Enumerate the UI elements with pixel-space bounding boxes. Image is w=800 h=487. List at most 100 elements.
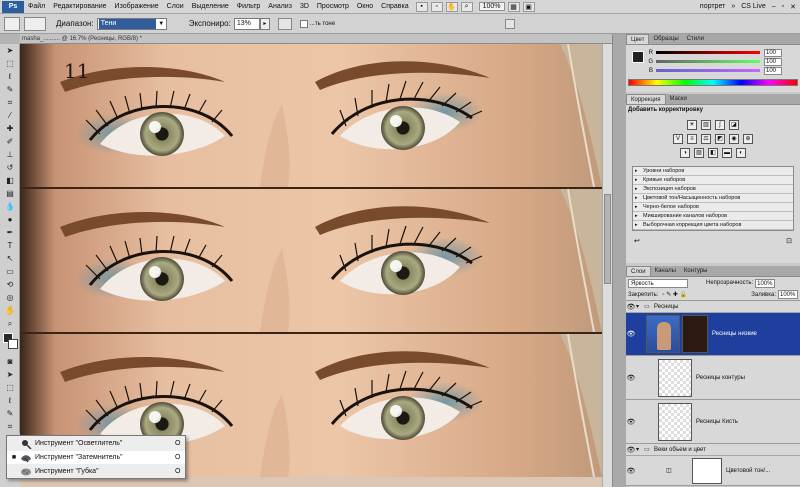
- slider-b[interactable]: B 100: [626, 66, 800, 75]
- tab-styles[interactable]: Стили: [683, 34, 708, 44]
- protect-tones-checkbox[interactable]: [299, 19, 308, 28]
- layer-group-top[interactable]: 👁 ▾ ▭ Ресницы: [626, 301, 800, 313]
- move-tool-icon[interactable]: ➤: [3, 45, 17, 57]
- gradient-map-icon[interactable]: ▬: [722, 148, 732, 158]
- document-tab[interactable]: masha_.......... @ 16.7% (Ресницы, RGB/8…: [20, 34, 612, 44]
- levels-icon[interactable]: ▥: [701, 120, 711, 130]
- layer-group-bottom[interactable]: 👁 ▾ ▭ Веки объем и цвет: [626, 444, 800, 456]
- crop-tool-icon-2[interactable]: ⌗: [3, 421, 17, 433]
- exposure-input[interactable]: 13%: [233, 17, 260, 30]
- dodge-tool-icon[interactable]: ●: [3, 214, 17, 226]
- shape-tool-icon[interactable]: ▭: [3, 266, 17, 278]
- history-brush-tool-icon[interactable]: ↺: [3, 162, 17, 174]
- type-tool-icon[interactable]: T: [3, 240, 17, 252]
- hand-icon[interactable]: ✋: [445, 1, 458, 12]
- screen-mode-icon[interactable]: ▣: [522, 1, 535, 12]
- layer-brush[interactable]: 👁 Ресницы Кисть: [626, 400, 800, 444]
- quick-mask-icon[interactable]: ◙: [3, 356, 17, 368]
- eye-icon[interactable]: 👁: [626, 446, 636, 454]
- range-select[interactable]: Тени ▼: [96, 17, 167, 30]
- eye-icon[interactable]: 👁: [626, 418, 636, 426]
- quick-select-tool-icon-2[interactable]: ✎: [3, 408, 17, 420]
- exposure-icon[interactable]: ◪: [729, 120, 739, 130]
- black-white-icon[interactable]: ◩: [715, 134, 725, 144]
- lasso-tool-icon-2[interactable]: ℓ: [3, 395, 17, 407]
- menu-analysis[interactable]: Анализ: [264, 1, 296, 13]
- slider-r-value[interactable]: 100: [764, 48, 782, 57]
- hue-saturation-icon[interactable]: ≡: [687, 134, 697, 144]
- flyout-item-burn[interactable]: ■ Инструмент "Затемнитель" O: [7, 451, 185, 464]
- tab-adjustments[interactable]: Коррекция: [626, 94, 666, 104]
- tab-swatches[interactable]: Образцы: [649, 34, 682, 44]
- tab-channels[interactable]: Каналы: [651, 266, 680, 276]
- zoom-level[interactable]: 100%: [478, 2, 505, 11]
- workspace-switcher[interactable]: портрет: [700, 3, 725, 10]
- slider-g[interactable]: G 100: [626, 57, 800, 66]
- preset-levels[interactable]: ▸ Уровни наборов: [633, 167, 793, 176]
- color-swatches[interactable]: [2, 332, 18, 354]
- marquee-tool-icon[interactable]: ⬚: [3, 58, 17, 70]
- return-icon[interactable]: ↩: [634, 237, 640, 245]
- menu-file[interactable]: Файл: [24, 1, 49, 13]
- selective-color-icon[interactable]: ◐: [736, 148, 746, 158]
- tab-masks[interactable]: Маски: [666, 94, 691, 104]
- eyedropper-tool-icon[interactable]: ⁄: [3, 110, 17, 122]
- opacity-input[interactable]: 100%: [755, 278, 776, 288]
- background-color-swatch[interactable]: [8, 339, 18, 349]
- scrollbar-thumb[interactable]: [604, 194, 611, 284]
- flyout-item-dodge[interactable]: Инструмент "Осветлитель" O: [7, 437, 185, 450]
- eraser-tool-icon[interactable]: ◧: [3, 175, 17, 187]
- menu-select[interactable]: Выделение: [188, 1, 233, 13]
- exposure-slider-toggle[interactable]: ▸: [259, 17, 270, 30]
- menu-window[interactable]: Окно: [353, 1, 377, 13]
- brightness-icon[interactable]: ☀: [687, 120, 697, 130]
- document-canvas[interactable]: 11: [20, 44, 602, 487]
- menu-help[interactable]: Справка: [377, 1, 412, 13]
- eye-icon[interactable]: 👁: [626, 330, 636, 338]
- eye-icon[interactable]: 👁: [626, 303, 636, 311]
- preset-black-white[interactable]: ▸ Черно-белое наборов: [633, 203, 793, 212]
- bridge-icon[interactable]: ▪: [415, 1, 428, 12]
- workspace-arrow-icon[interactable]: »: [731, 3, 735, 10]
- menu-filter[interactable]: Фильтр: [233, 1, 265, 13]
- quick-select-tool-icon[interactable]: ✎: [3, 84, 17, 96]
- slider-r-track[interactable]: [656, 51, 760, 54]
- blur-tool-icon[interactable]: 💧: [3, 201, 17, 213]
- color-spectrum-bar[interactable]: [628, 79, 798, 86]
- arrange-documents-icon[interactable]: ▦: [507, 1, 520, 12]
- blend-mode-select[interactable]: Яркость: [628, 278, 688, 288]
- expand-arrow-icon[interactable]: ▾: [636, 446, 644, 453]
- vertical-scrollbar[interactable]: [602, 44, 612, 487]
- tool-preset-icon[interactable]: [4, 16, 20, 31]
- invert-icon[interactable]: ◑: [680, 148, 690, 158]
- preset-selective-color[interactable]: ▸ Выборочная коррекция цвета наборов: [633, 221, 793, 230]
- fg-bg-color-icon[interactable]: [632, 51, 644, 63]
- menu-view[interactable]: Просмотр: [313, 1, 353, 13]
- color-balance-icon[interactable]: ⚖: [701, 134, 711, 144]
- 3d-rotate-tool-icon[interactable]: ⟲: [3, 279, 17, 291]
- airbrush-icon[interactable]: [277, 17, 292, 30]
- brush-preset-icon[interactable]: [24, 16, 46, 31]
- expand-arrow-icon[interactable]: ▾: [636, 303, 644, 310]
- tablet-pressure-icon[interactable]: [505, 18, 516, 29]
- clip-icon[interactable]: ⊡: [786, 237, 792, 245]
- move-tool-icon-2[interactable]: ➤: [3, 369, 17, 381]
- tab-layers[interactable]: Слои: [626, 266, 651, 276]
- gradient-tool-icon[interactable]: ▤: [3, 188, 17, 200]
- slider-r[interactable]: R 100: [626, 48, 800, 57]
- slider-b-track[interactable]: [656, 69, 760, 72]
- channel-mixer-icon[interactable]: ⊕: [743, 134, 753, 144]
- threshold-icon[interactable]: ◧: [708, 148, 718, 158]
- lasso-tool-icon[interactable]: ℓ: [3, 71, 17, 83]
- slider-g-value[interactable]: 100: [764, 57, 782, 66]
- flyout-item-sponge[interactable]: Инструмент "Губка" O: [7, 465, 185, 478]
- eye-icon[interactable]: 👁: [626, 467, 636, 475]
- tab-color[interactable]: Цвет: [626, 34, 650, 44]
- curves-icon[interactable]: ∫: [715, 120, 725, 130]
- eye-icon[interactable]: 👁: [626, 374, 636, 382]
- slider-g-track[interactable]: [656, 60, 760, 63]
- healing-brush-tool-icon[interactable]: ✚: [3, 123, 17, 135]
- posterize-icon[interactable]: ▨: [694, 148, 704, 158]
- lock-icons[interactable]: ▫ ✎ ✚ 🔒: [662, 291, 687, 298]
- preset-hue-saturation[interactable]: ▸ Цветовой тон/Насыщенность наборов: [633, 194, 793, 203]
